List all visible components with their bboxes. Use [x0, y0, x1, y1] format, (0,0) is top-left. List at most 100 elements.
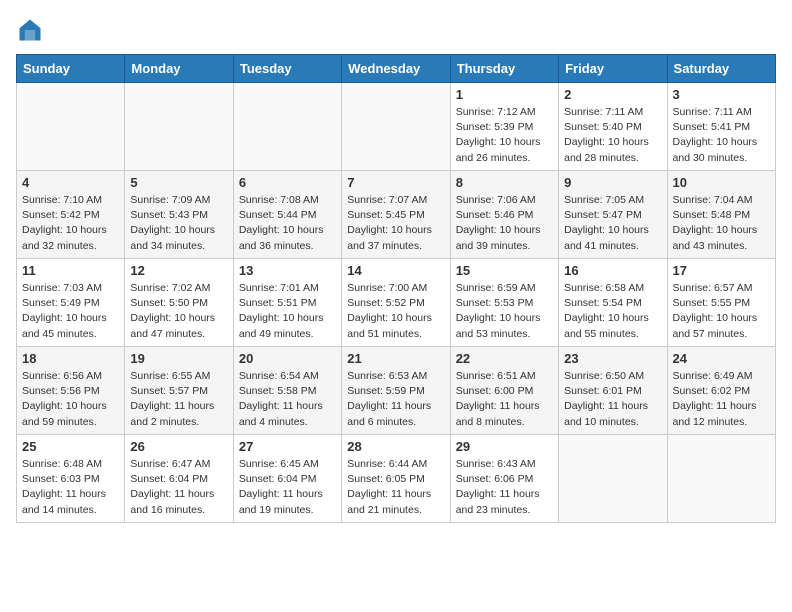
header-day-saturday: Saturday	[667, 55, 775, 83]
day-number: 23	[564, 351, 661, 366]
calendar-cell: 21Sunrise: 6:53 AM Sunset: 5:59 PM Dayli…	[342, 347, 450, 435]
calendar-cell: 22Sunrise: 6:51 AM Sunset: 6:00 PM Dayli…	[450, 347, 558, 435]
day-number: 29	[456, 439, 553, 454]
cell-content: Sunrise: 6:44 AM Sunset: 6:05 PM Dayligh…	[347, 457, 444, 518]
cell-content: Sunrise: 7:08 AM Sunset: 5:44 PM Dayligh…	[239, 193, 336, 254]
calendar-cell: 24 Sunrise: 6:49 AM Sunset: 6:02 PM Dayli…	[667, 347, 775, 435]
day-number: 27	[239, 439, 336, 454]
cell-content: Sunrise: 6:49 AM Sunset: 6:02 PM Dayligh…	[673, 369, 770, 430]
calendar-cell	[559, 435, 667, 523]
calendar-header: SundayMondayTuesdayWednesdayThursdayFrid…	[17, 55, 776, 83]
day-number: 13	[239, 263, 336, 278]
calendar-cell: 6 Sunrise: 7:08 AM Sunset: 5:44 PM Daylig…	[233, 171, 341, 259]
calendar-cell: 20 Sunrise: 6:54 AM Sunset: 5:58 PM Dayli…	[233, 347, 341, 435]
header-day-monday: Monday	[125, 55, 233, 83]
calendar-cell: 19 Sunrise: 6:55 AM Sunset: 5:57 PM Dayli…	[125, 347, 233, 435]
cell-content: Sunrise: 6:45 AM Sunset: 6:04 PM Dayligh…	[239, 457, 336, 518]
day-number: 15	[456, 263, 553, 278]
week-row-3: 11 Sunrise: 7:03 AM Sunset: 5:49 PM Dayli…	[17, 259, 776, 347]
week-row-2: 4Sunrise: 7:10 AM Sunset: 5:42 PM Daylig…	[17, 171, 776, 259]
calendar-cell: 9 Sunrise: 7:05 AM Sunset: 5:47 PM Daylig…	[559, 171, 667, 259]
calendar-cell	[233, 83, 341, 171]
calendar-cell: 10 Sunrise: 7:04 AM Sunset: 5:48 PM Dayli…	[667, 171, 775, 259]
calendar-cell: 14 Sunrise: 7:00 AM Sunset: 5:52 PM Dayli…	[342, 259, 450, 347]
week-row-1: 1 Sunrise: 7:12 AM Sunset: 5:39 PM Daylig…	[17, 83, 776, 171]
day-number: 24	[673, 351, 770, 366]
header-row: SundayMondayTuesdayWednesdayThursdayFrid…	[17, 55, 776, 83]
calendar-cell	[342, 83, 450, 171]
cell-content: Sunrise: 6:54 AM Sunset: 5:58 PM Dayligh…	[239, 369, 336, 430]
day-number: 6	[239, 175, 336, 190]
cell-content: Sunrise: 6:58 AM Sunset: 5:54 PM Dayligh…	[564, 281, 661, 342]
day-number: 20	[239, 351, 336, 366]
calendar-cell: 26 Sunrise: 6:47 AM Sunset: 6:04 PM Dayli…	[125, 435, 233, 523]
calendar-cell: 28 Sunrise: 6:44 AM Sunset: 6:05 PM Dayli…	[342, 435, 450, 523]
calendar-cell	[125, 83, 233, 171]
day-number: 18	[22, 351, 119, 366]
header-day-sunday: Sunday	[17, 55, 125, 83]
calendar-cell: 4Sunrise: 7:10 AM Sunset: 5:42 PM Daylig…	[17, 171, 125, 259]
cell-content: Sunrise: 7:05 AM Sunset: 5:47 PM Dayligh…	[564, 193, 661, 254]
cell-content: Sunrise: 7:04 AM Sunset: 5:48 PM Dayligh…	[673, 193, 770, 254]
calendar-cell: 15 Sunrise: 6:59 AM Sunset: 5:53 PM Dayli…	[450, 259, 558, 347]
calendar-cell	[17, 83, 125, 171]
cell-content: Sunrise: 6:59 AM Sunset: 5:53 PM Dayligh…	[456, 281, 553, 342]
week-row-4: 18 Sunrise: 6:56 AM Sunset: 5:56 PM Dayli…	[17, 347, 776, 435]
cell-content: Sunrise: 7:03 AM Sunset: 5:49 PM Dayligh…	[22, 281, 119, 342]
day-number: 9	[564, 175, 661, 190]
header	[16, 16, 776, 44]
cell-content: Sunrise: 7:07 AM Sunset: 5:45 PM Dayligh…	[347, 193, 444, 254]
cell-content: Sunrise: 7:01 AM Sunset: 5:51 PM Dayligh…	[239, 281, 336, 342]
cell-content: Sunrise: 6:55 AM Sunset: 5:57 PM Dayligh…	[130, 369, 227, 430]
cell-content: Sunrise: 6:50 AM Sunset: 6:01 PM Dayligh…	[564, 369, 661, 430]
day-number: 7	[347, 175, 444, 190]
calendar-cell: 12Sunrise: 7:02 AM Sunset: 5:50 PM Dayli…	[125, 259, 233, 347]
logo	[16, 16, 48, 44]
cell-content: Sunrise: 7:10 AM Sunset: 5:42 PM Dayligh…	[22, 193, 119, 254]
calendar-cell: 2 Sunrise: 7:11 AM Sunset: 5:40 PM Daylig…	[559, 83, 667, 171]
cell-content: Sunrise: 6:56 AM Sunset: 5:56 PM Dayligh…	[22, 369, 119, 430]
day-number: 28	[347, 439, 444, 454]
calendar-cell	[667, 435, 775, 523]
cell-content: Sunrise: 6:57 AM Sunset: 5:55 PM Dayligh…	[673, 281, 770, 342]
cell-content: Sunrise: 6:51 AM Sunset: 6:00 PM Dayligh…	[456, 369, 553, 430]
calendar-cell: 25Sunrise: 6:48 AM Sunset: 6:03 PM Dayli…	[17, 435, 125, 523]
day-number: 2	[564, 87, 661, 102]
calendar-cell: 5 Sunrise: 7:09 AM Sunset: 5:43 PM Daylig…	[125, 171, 233, 259]
logo-icon	[16, 16, 44, 44]
week-row-5: 25Sunrise: 6:48 AM Sunset: 6:03 PM Dayli…	[17, 435, 776, 523]
day-number: 25	[22, 439, 119, 454]
day-number: 3	[673, 87, 770, 102]
day-number: 5	[130, 175, 227, 190]
header-day-friday: Friday	[559, 55, 667, 83]
cell-content: Sunrise: 7:00 AM Sunset: 5:52 PM Dayligh…	[347, 281, 444, 342]
day-number: 14	[347, 263, 444, 278]
header-day-wednesday: Wednesday	[342, 55, 450, 83]
day-number: 26	[130, 439, 227, 454]
calendar-cell: 27 Sunrise: 6:45 AM Sunset: 6:04 PM Dayli…	[233, 435, 341, 523]
cell-content: Sunrise: 7:11 AM Sunset: 5:40 PM Dayligh…	[564, 105, 661, 166]
calendar-body: 1 Sunrise: 7:12 AM Sunset: 5:39 PM Daylig…	[17, 83, 776, 523]
calendar-cell: 17 Sunrise: 6:57 AM Sunset: 5:55 PM Dayli…	[667, 259, 775, 347]
calendar-cell: 3 Sunrise: 7:11 AM Sunset: 5:41 PM Daylig…	[667, 83, 775, 171]
day-number: 1	[456, 87, 553, 102]
header-day-thursday: Thursday	[450, 55, 558, 83]
calendar-cell: 18 Sunrise: 6:56 AM Sunset: 5:56 PM Dayli…	[17, 347, 125, 435]
calendar-cell: 7 Sunrise: 7:07 AM Sunset: 5:45 PM Daylig…	[342, 171, 450, 259]
cell-content: Sunrise: 7:06 AM Sunset: 5:46 PM Dayligh…	[456, 193, 553, 254]
day-number: 19	[130, 351, 227, 366]
cell-content: Sunrise: 7:12 AM Sunset: 5:39 PM Dayligh…	[456, 105, 553, 166]
cell-content: Sunrise: 6:53 AM Sunset: 5:59 PM Dayligh…	[347, 369, 444, 430]
cell-content: Sunrise: 6:47 AM Sunset: 6:04 PM Dayligh…	[130, 457, 227, 518]
calendar-cell: 23 Sunrise: 6:50 AM Sunset: 6:01 PM Dayli…	[559, 347, 667, 435]
day-number: 10	[673, 175, 770, 190]
calendar-cell: 13 Sunrise: 7:01 AM Sunset: 5:51 PM Dayli…	[233, 259, 341, 347]
day-number: 17	[673, 263, 770, 278]
cell-content: Sunrise: 7:11 AM Sunset: 5:41 PM Dayligh…	[673, 105, 770, 166]
calendar-cell: 1 Sunrise: 7:12 AM Sunset: 5:39 PM Daylig…	[450, 83, 558, 171]
calendar-cell: 16 Sunrise: 6:58 AM Sunset: 5:54 PM Dayli…	[559, 259, 667, 347]
calendar-cell: 11 Sunrise: 7:03 AM Sunset: 5:49 PM Dayli…	[17, 259, 125, 347]
cell-content: Sunrise: 7:09 AM Sunset: 5:43 PM Dayligh…	[130, 193, 227, 254]
day-number: 16	[564, 263, 661, 278]
day-number: 11	[22, 263, 119, 278]
